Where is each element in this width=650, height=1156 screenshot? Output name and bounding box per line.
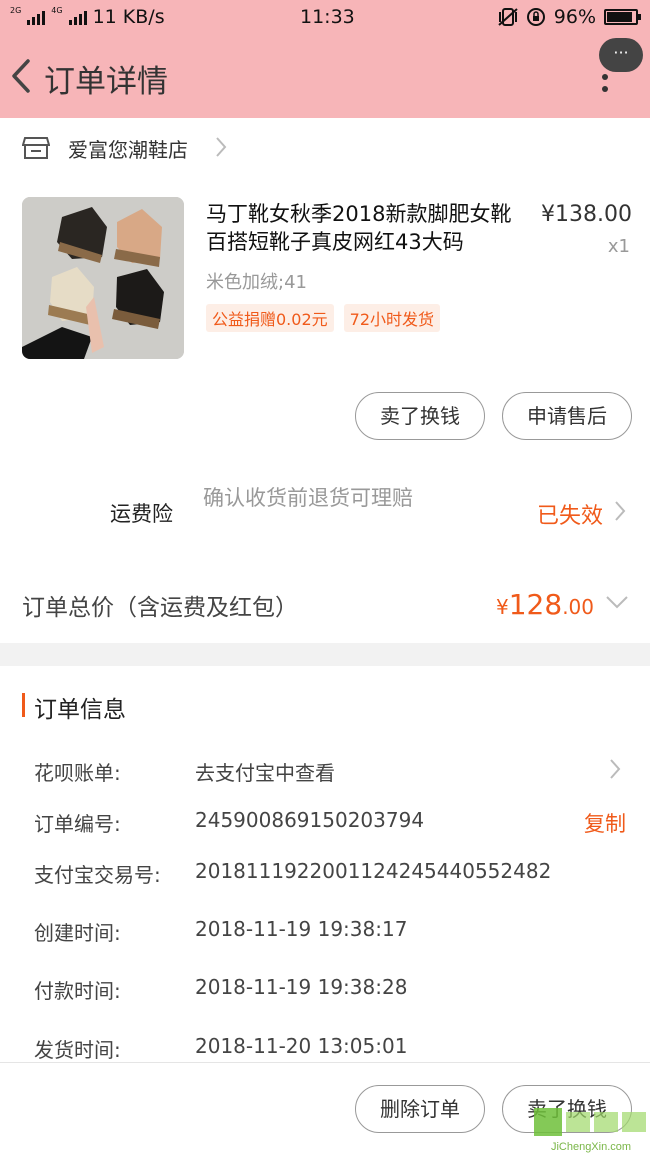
paid-time-value: 2018-11-19 19:38:28 [195,975,408,999]
watermark-text: JiChengXin.com [551,1141,631,1153]
app-header: 2G 4G 11 KB/s 11:33 96% 订单详情 ··· [0,0,650,118]
total-integer: 128 [508,588,563,621]
delete-order-button[interactable]: 删除订单 [355,1085,485,1133]
product-price: ¥138.00 [541,202,632,227]
network-4g-label: 4G [51,6,63,15]
total-currency: ¥ [496,595,509,619]
total-decimal: .00 [562,595,594,619]
chevron-right-icon[interactable] [613,500,627,522]
page-title: 订单详情 [44,64,168,100]
created-time-label: 创建时间: [34,921,121,945]
sell-button[interactable]: 卖了换钱 [355,392,485,440]
product-quantity: x1 [607,236,630,257]
created-time-value: 2018-11-19 19:38:17 [195,917,408,941]
alipay-trade-label: 支付宝交易号: [34,863,161,887]
vibrate-icon [498,8,518,26]
shipped-time-value: 2018-11-20 13:05:01 [195,1034,408,1058]
shop-row[interactable]: 爱富您潮鞋店 [0,118,650,176]
order-number-value: 245900869150203794 [195,808,425,832]
chevron-right-icon[interactable] [608,758,622,780]
more-menu-icon[interactable] [602,74,610,98]
shipping-tag: 72小时发货 [343,304,441,332]
battery-icon [604,9,641,25]
shipped-time-label: 发货时间: [34,1038,121,1062]
signal-icon [27,9,46,25]
shop-name[interactable]: 爱富您潮鞋店 [68,134,188,163]
total-label: 订单总价（含运费及红包） [22,595,298,621]
order-info-title: 订单信息 [34,697,126,723]
signal-icon-2 [68,9,87,25]
charity-tag: 公益捐赠0.02元 [206,304,334,332]
product-title[interactable]: 马丁靴女秋季2018新款脚肥女靴百搭短靴子真皮网红43大码 [206,200,524,256]
huabei-value[interactable]: 去支付宝中查看 [195,757,335,786]
rotation-lock-icon [526,8,545,26]
chevron-right-icon [216,137,227,157]
more-options-bubble[interactable]: ··· [599,38,643,72]
back-arrow-icon[interactable] [6,58,36,94]
battery-percent: 96% [553,6,596,28]
store-icon [22,137,50,159]
clock: 11:33 [300,6,355,28]
watermark-logo: JiChengXin.com [534,1108,646,1153]
status-bar: 2G 4G 11 KB/s 11:33 96% [0,4,650,30]
boots-illustration [22,197,184,359]
paid-time-label: 付款时间: [34,979,121,1003]
after-sale-button[interactable]: 申请售后 [502,392,632,440]
freight-insurance-status[interactable]: 已失效 [537,498,603,530]
product-tags: 公益捐赠0.02元 72小时发货 [206,304,441,332]
freight-insurance-desc: 确认收货前退货可理赔 [203,486,413,510]
copy-button[interactable]: 复制 [584,808,626,838]
network-2g-label: 2G [10,6,22,15]
chevron-down-icon[interactable] [605,594,629,610]
total-price: ¥128.00 [496,588,594,621]
freight-insurance-label: 运费险 [110,502,173,526]
battery-fill [607,12,632,22]
alipay-trade-value: 2018111922001124245440552482 [195,859,552,883]
network-speed: 11 KB/s [92,6,165,28]
product-spec: 米色加绒;41 [206,272,307,293]
order-number-label: 订单编号: [34,812,121,836]
section-accent-bar [22,693,25,717]
product-image[interactable] [22,197,184,359]
huabei-label: 花呗账单: [34,761,121,785]
